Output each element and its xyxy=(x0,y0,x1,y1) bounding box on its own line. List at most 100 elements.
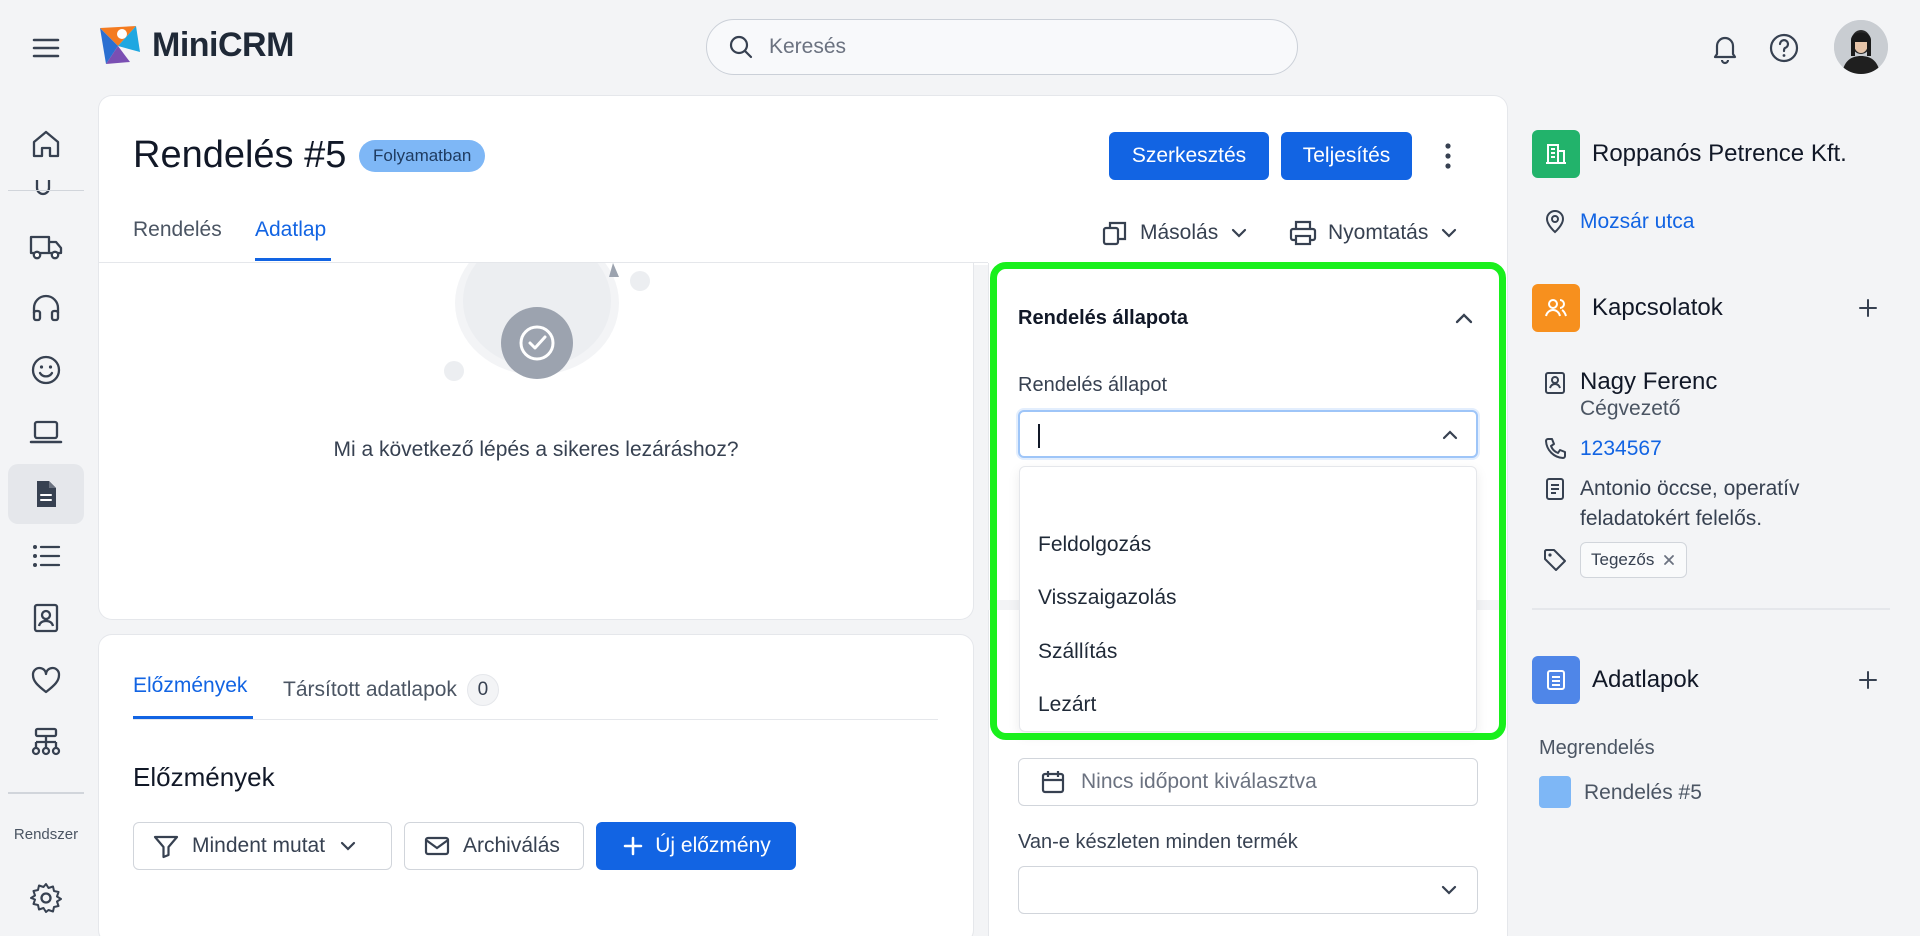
archive-button[interactable]: Archiválás xyxy=(404,822,584,870)
smiley-icon xyxy=(31,355,61,385)
chevron-down-icon xyxy=(340,841,356,851)
truck-icon xyxy=(29,235,63,260)
nav-list[interactable] xyxy=(8,526,84,586)
contact-name[interactable]: Nagy Ferenc xyxy=(1580,368,1717,396)
system-label: Rendszer xyxy=(13,826,79,843)
calendar-icon xyxy=(1041,771,1065,794)
nav-settings[interactable] xyxy=(8,868,84,928)
contacts-title: Kapcsolatok xyxy=(1592,294,1723,321)
gear-icon xyxy=(30,883,62,913)
menu-icon[interactable] xyxy=(28,30,64,66)
phone-icon xyxy=(1545,438,1566,459)
history-title: Előzmények xyxy=(133,762,275,792)
copy-icon xyxy=(1102,221,1127,246)
tab-history-label: Előzmények xyxy=(133,674,248,697)
nav-shipping[interactable] xyxy=(8,216,84,276)
datasheet-item-link[interactable]: Rendelés #5 xyxy=(1584,781,1702,805)
complete-button[interactable]: Teljesítés xyxy=(1281,132,1412,180)
highlight-frame xyxy=(990,262,1506,740)
tab-history[interactable]: Előzmények xyxy=(133,674,247,698)
nav-contacts[interactable] xyxy=(8,588,84,648)
tab-order[interactable]: Rendelés xyxy=(133,218,222,242)
right-panel-divider xyxy=(1532,608,1890,610)
success-illustration xyxy=(444,263,650,381)
active-tab-indicator xyxy=(255,258,331,261)
search-bar[interactable] xyxy=(706,19,1298,75)
top-bar: MiniCRM xyxy=(0,0,1920,94)
datasheet-item-color-swatch xyxy=(1539,776,1571,808)
print-button[interactable]: Nyomtatás xyxy=(1288,213,1460,253)
nav-favorites[interactable] xyxy=(8,650,84,710)
logo[interactable]: MiniCRM xyxy=(96,22,294,68)
contact-role: Cégvezető xyxy=(1580,397,1681,420)
heart-icon xyxy=(31,666,61,694)
filter-button[interactable]: Mindent mutat xyxy=(133,822,392,870)
minicrm-logo-icon xyxy=(100,26,140,64)
company-name[interactable]: Roppanós Petrence Kft. xyxy=(1592,140,1847,168)
remove-tag-close-icon[interactable] xyxy=(1662,553,1676,567)
contact-card-icon xyxy=(33,603,59,633)
stock-field-label: Van-e készleten minden termék xyxy=(1018,831,1298,853)
help-icon[interactable] xyxy=(1764,28,1804,68)
contacts-icon-box xyxy=(1532,284,1580,332)
home-icon xyxy=(32,130,60,158)
search-input[interactable] xyxy=(769,35,1249,59)
next-step-text: Mi a következő lépés a sikeres lezárásho… xyxy=(333,438,739,461)
datasheets-title: Adatlapok xyxy=(1592,666,1699,693)
company-icon-box xyxy=(1532,130,1580,178)
logo-text: MiniCRM xyxy=(152,25,294,64)
user-avatar[interactable] xyxy=(1834,20,1888,74)
note-icon xyxy=(1546,478,1564,500)
nav-structure[interactable] xyxy=(8,712,84,772)
contact-phone-link[interactable]: 1234567 xyxy=(1580,437,1662,461)
plus-icon xyxy=(623,836,643,856)
datasheet-group-label: Megrendelés xyxy=(1539,737,1655,759)
nav-home[interactable] xyxy=(8,114,84,174)
date-picker-input[interactable]: Nincs időpont kiválasztva xyxy=(1018,758,1478,806)
datasheet-icon xyxy=(1547,670,1565,690)
company-address-link[interactable]: Mozsár utca xyxy=(1580,210,1694,234)
nav-scroll-divider xyxy=(8,190,84,191)
nav-orders[interactable] xyxy=(8,464,84,524)
bell-icon[interactable] xyxy=(1705,28,1745,68)
tab-linked-datasheets[interactable]: Társított adatlapok 0 xyxy=(283,674,499,706)
archive-label: Archiválás xyxy=(463,834,560,857)
filter-label: Mindent mutat xyxy=(192,834,326,857)
contact-note-line-2: feladatokért felelős. xyxy=(1580,507,1763,530)
nav-support[interactable] xyxy=(8,278,84,338)
stock-select[interactable] xyxy=(1018,866,1478,914)
contact-tag: Tegezős xyxy=(1580,542,1688,578)
add-datasheet-plus-icon[interactable] xyxy=(1852,664,1884,696)
page-title: Rendelés #5 xyxy=(133,134,347,176)
edit-button[interactable]: Szerkesztés xyxy=(1109,132,1269,180)
date-placeholder: Nincs időpont kiválasztva xyxy=(1081,770,1317,793)
laptop-icon xyxy=(29,420,63,444)
new-history-label: Új előzmény xyxy=(655,834,771,857)
contact-note-line-1: Antonio öccse, operatív xyxy=(1580,477,1800,500)
people-icon xyxy=(1545,299,1567,317)
tag-icon xyxy=(1544,549,1566,571)
nav-devices[interactable] xyxy=(8,402,84,462)
mail-icon xyxy=(424,836,450,856)
building-icon xyxy=(1546,144,1566,164)
list-icon xyxy=(33,545,61,567)
location-pin-icon xyxy=(1545,210,1565,234)
chevron-down-icon xyxy=(1442,228,1457,238)
chevron-down-icon xyxy=(1232,228,1247,238)
status-badge: Folyamatban xyxy=(359,140,486,172)
linked-count-badge: 0 xyxy=(466,674,499,706)
new-history-button[interactable]: Új előzmény xyxy=(596,822,796,870)
org-chart-icon xyxy=(31,727,61,756)
more-options-icon[interactable] xyxy=(1432,136,1464,176)
copy-button[interactable]: Másolás xyxy=(1100,213,1250,253)
add-contact-plus-icon[interactable] xyxy=(1852,292,1884,324)
headphones-icon xyxy=(32,294,60,322)
nav-satisfaction[interactable] xyxy=(8,340,84,400)
contact-tag-label: Tegezős xyxy=(1591,550,1655,569)
search-icon xyxy=(729,35,753,59)
datasheets-icon-box xyxy=(1532,656,1580,704)
tab-datasheet[interactable]: Adatlap xyxy=(255,218,326,242)
history-tabs-divider xyxy=(133,719,938,720)
chevron-down-icon xyxy=(1441,885,1457,895)
print-label: Nyomtatás xyxy=(1328,221,1429,244)
